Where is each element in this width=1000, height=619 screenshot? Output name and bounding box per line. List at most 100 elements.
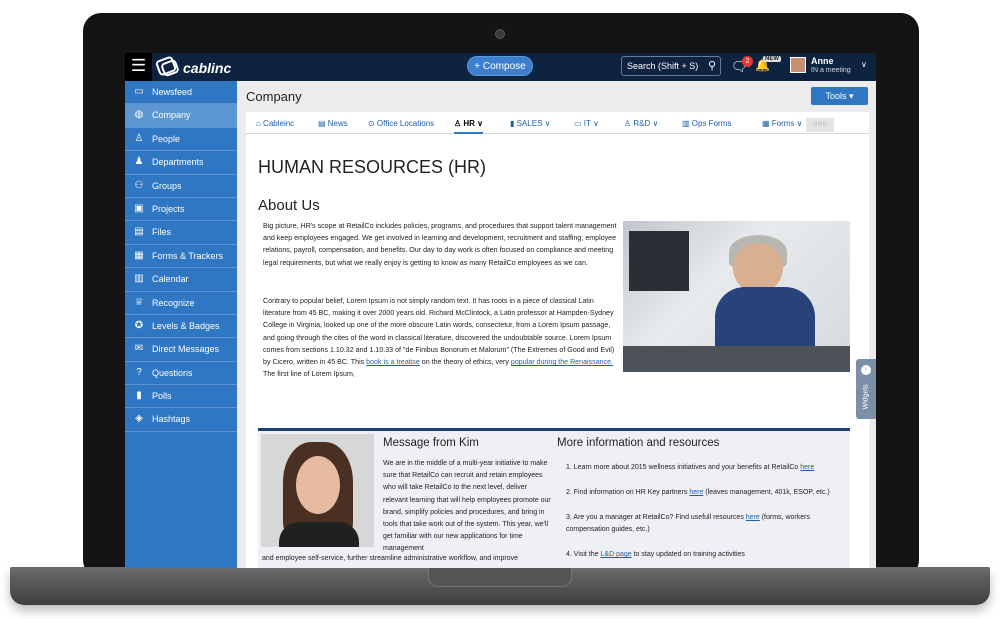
renaissance-link[interactable]: popular during the Renaissance.: [511, 358, 613, 366]
groups-icon: ⚇: [134, 179, 144, 191]
sidebar-item-files[interactable]: ▤ Files: [125, 221, 237, 245]
tab-news[interactable]: ▤ News: [318, 116, 348, 134]
more-tabs-button[interactable]: ○○○: [806, 118, 834, 132]
tab-rd[interactable]: ♙ R&D ∨: [624, 116, 658, 134]
logo[interactable]: cablinc: [155, 56, 231, 78]
resource-item-3: 3. Are you a manager at RetailCo? Find u…: [566, 512, 846, 536]
manager-resources-link[interactable]: here: [746, 514, 760, 521]
about-text: The first line of Lorem Ipsum,: [263, 370, 355, 379]
resource-text: (leaves management, 401k, ESOP, etc.): [703, 489, 830, 496]
resource-text: 2. Find information on HR Key partners: [566, 489, 690, 496]
tab-forms[interactable]: ▦ Forms ∨: [762, 116, 803, 134]
calendar-icon: ▥: [134, 273, 144, 285]
sidebar-item-calendar[interactable]: ▥ Calendar: [125, 268, 237, 292]
tools-button[interactable]: Tools ▾: [811, 87, 868, 105]
kim-photo: [261, 434, 374, 547]
sidebar-item-label: Company: [152, 110, 191, 121]
photo-face: [733, 243, 783, 293]
globe-icon: ◍: [134, 109, 144, 121]
question-icon: ?: [136, 366, 142, 378]
sidebar-item-groups[interactable]: ⚇ Groups: [125, 175, 237, 198]
sidebar-item-newsfeed[interactable]: ▭ Newsfeed: [125, 81, 237, 105]
tab-hr[interactable]: ♙ HR ∨: [454, 116, 484, 134]
chevron-left-icon: ‹: [861, 365, 871, 375]
kim-message-title: Message from Kim: [383, 437, 479, 449]
tab-home[interactable]: ⌂ Cableinc: [256, 116, 294, 134]
about-paragraph-2: Contrary to popular belief, Lorem Ipsum …: [263, 295, 623, 380]
content-panel: ○○○ ⌂ Cableinc ▤ News ⊙ Office Locations ♙ …: [246, 112, 869, 568]
search-placeholder: Search (Shift + S): [627, 61, 699, 71]
tab-ops[interactable]: ▥ Ops Forms: [682, 116, 731, 134]
wellness-link[interactable]: here: [800, 464, 814, 471]
resource-text: 4. Visit the: [566, 551, 601, 558]
resource-text: 3. Are you a manager at RetailCo? Find u…: [566, 514, 746, 521]
tab-location[interactable]: ⊙ Office Locations: [368, 116, 434, 134]
sidebar-item-label: Direct Messages: [152, 344, 220, 355]
partners-link[interactable]: here: [689, 489, 703, 496]
office-photo: [623, 221, 850, 372]
logo-text: cablinc: [183, 60, 232, 76]
about-text: Contrary to popular belief, Lorem Ipsum …: [263, 297, 615, 367]
sidebar-item-label: People: [152, 133, 181, 144]
sidebar-item-label: Groups: [152, 180, 182, 191]
tab-sales[interactable]: ▮ SALES ∨: [510, 116, 551, 134]
message-icon: ✉: [134, 343, 144, 355]
sidebar: ▭ Newsfeed ◍ Company ♙ People ♟ Departments ⚇ Gro…: [125, 81, 237, 568]
compose-button[interactable]: + Compose: [467, 56, 533, 76]
tab-bar: ○○○ ⌂ Cableinc ▤ News ⊙ Office Locations ♙ …: [246, 116, 869, 134]
photo-desk: [623, 346, 850, 372]
webcam: [495, 29, 505, 39]
sidebar-item-label: Levels & Badges: [152, 320, 220, 331]
sidebar-item-label: Questions: [152, 367, 193, 378]
resource-text: 1. Learn more about 2015 wellness initia…: [566, 464, 801, 471]
about-title: About Us: [258, 197, 320, 214]
sidebar-item-label: Calendar: [152, 274, 189, 285]
about-paragraph-1: Big picture, HR's scope at RetailCo incl…: [263, 222, 617, 267]
sidebar-item-polls[interactable]: ▮ Polls: [125, 385, 237, 409]
page-title: Company: [246, 89, 302, 104]
more-info-title: More information and resources: [557, 437, 720, 449]
sidebar-item-label: Forms & Trackers: [152, 250, 224, 261]
resource-text: to stay updated on training activities: [631, 551, 745, 558]
kim-message-continued: and employee self-service, further strea…: [262, 555, 518, 562]
user-name[interactable]: Anne: [811, 56, 834, 66]
main-area: Company Tools ▾ ○○○ ⌂ Cableinc ▤ News ⊙ Of…: [237, 81, 876, 568]
lower-section: Message from Kim We are in the middle of…: [258, 431, 850, 568]
sidebar-item-projects[interactable]: ▣ Projects: [125, 198, 237, 222]
newsfeed-icon: ▭: [134, 86, 144, 97]
search-input[interactable]: Search (Shift + S) ⚲: [621, 56, 721, 76]
briefcase-icon: ▣: [134, 202, 144, 214]
section-heading: HUMAN RESOURCES (HR): [258, 157, 487, 177]
badge-icon: ✪: [134, 319, 144, 331]
sidebar-item-label: Recognize: [152, 297, 195, 308]
sidebar-item-label: Polls: [152, 391, 172, 402]
sidebar-item-company[interactable]: ◍ Company: [125, 104, 237, 128]
person-icon: ♙: [134, 132, 144, 144]
sidebar-item-levels-badges[interactable]: ✪ Levels & Badges: [125, 315, 237, 339]
hamburger-icon[interactable]: ☰: [125, 53, 152, 81]
user-status: IN a meeting: [811, 67, 851, 74]
sidebar-item-direct-messages[interactable]: ✉ Direct Messages: [125, 338, 237, 362]
sidebar-item-departments[interactable]: ♟ Departments: [125, 151, 237, 175]
departments-icon: ♟: [134, 156, 144, 168]
ld-page-link[interactable]: L&D page: [601, 551, 632, 558]
widgets-tab[interactable]: ‹ Widgets: [856, 359, 876, 419]
avatar[interactable]: [790, 57, 806, 73]
app-screen: ☰ cablinc + Compose Search (Shift + S) ⚲…: [125, 53, 876, 568]
treatise-link[interactable]: book is a treatise: [366, 358, 420, 366]
chevron-down-icon[interactable]: ∨: [861, 60, 867, 69]
sidebar-item-people[interactable]: ♙ People: [125, 128, 237, 152]
sidebar-item-recognize[interactable]: ♕ Recognize: [125, 292, 237, 315]
laptop-notch: [428, 567, 572, 587]
kim-message-text: We are in the middle of a multi-year ini…: [383, 460, 551, 553]
photo-monitor: [629, 231, 689, 291]
new-badge: NEW: [763, 56, 781, 62]
sidebar-item-label: Newsfeed: [152, 87, 193, 97]
tab-monitor[interactable]: ▭ IT ∨: [574, 116, 599, 134]
sidebar-item-questions[interactable]: ? Questions: [125, 362, 237, 386]
sidebar-item-forms-trackers[interactable]: ▦ Forms & Trackers: [125, 245, 237, 269]
grid-icon: ▦: [134, 249, 144, 261]
sidebar-item-hashtags[interactable]: ◈ Hashtags: [125, 408, 237, 432]
sidebar-item-label: Files: [152, 227, 172, 238]
resource-item-2: 2. Find information on HR Key partners h…: [566, 487, 846, 499]
